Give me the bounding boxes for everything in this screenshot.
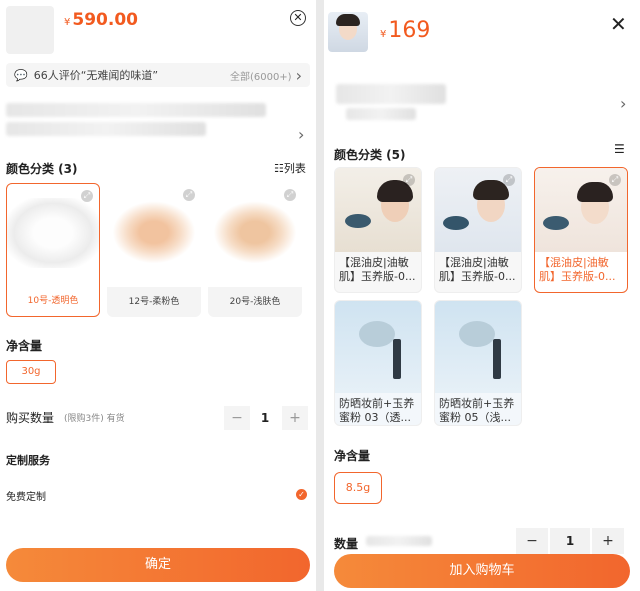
close-icon[interactable]: ✕ xyxy=(290,10,306,26)
qty-decrement-button[interactable]: − xyxy=(516,528,548,554)
zoom-icon[interactable]: ⤢ xyxy=(503,174,515,186)
blurred-address xyxy=(6,103,266,117)
net-content-option[interactable]: 8.5g xyxy=(334,472,382,504)
review-bar[interactable]: 💬 66人评价“无难闻的味道” 全部(6000+) › xyxy=(6,63,310,87)
price: ¥169 xyxy=(380,18,431,43)
qty-increment-button[interactable]: + xyxy=(592,528,624,554)
zoom-icon[interactable]: ⤢ xyxy=(183,189,195,201)
card-label: 【混油皮|油敏肌】玉养版-0... xyxy=(539,256,616,283)
confirm-button[interactable]: 确定 xyxy=(6,548,310,582)
blurred-address-line2 xyxy=(346,108,416,120)
add-to-cart-button[interactable]: 加入购物车 xyxy=(334,554,630,588)
qty-input[interactable]: 1 xyxy=(550,528,590,554)
custom-service-title: 定制服务 xyxy=(6,454,50,467)
card-label: 防晒妆前+玉养蜜粉 03（透... xyxy=(339,397,415,424)
chevron-right-icon: › xyxy=(295,65,302,85)
comment-icon: 💬 xyxy=(14,68,28,82)
review-text: 66人评价“无难闻的味道” xyxy=(33,69,159,82)
card-image xyxy=(435,301,521,393)
color-card[interactable]: ⤢ 【混油皮|油敏肌】玉养版-0... xyxy=(434,167,522,293)
swatch-12[interactable]: ⤢ 12号-柔粉色 xyxy=(107,183,201,317)
zoom-icon[interactable]: ⤢ xyxy=(403,174,415,186)
card-label: 【混油皮|油敏肌】玉养版-0... xyxy=(439,256,516,283)
swatch-image xyxy=(208,197,302,265)
zoom-icon[interactable]: ⤢ xyxy=(284,189,296,201)
color-card[interactable]: 防晒妆前+玉养蜜粉 03（透... xyxy=(334,300,422,426)
qty-title: 数量 xyxy=(334,537,359,551)
blurred-address-line2 xyxy=(6,122,206,136)
net-content-option[interactable]: 30g xyxy=(6,360,56,384)
right-sku-panel: ¥169 ✕ › 颜色分类 (5) ☰ ⤢ 【混油皮|油敏肌】玉养版-0... … xyxy=(324,0,640,591)
card-label: 防晒妆前+玉养蜜粉 05（浅... xyxy=(439,397,515,424)
swatch-label: 20号-浅肤色 xyxy=(208,287,302,317)
list-icon: ☷ xyxy=(274,162,284,175)
qty-decrement-button[interactable]: − xyxy=(224,406,250,430)
qty-title: 购买数量 xyxy=(6,411,55,425)
swatch-20[interactable]: ⤢ 20号-浅肤色 xyxy=(208,183,302,317)
qty-increment-button[interactable]: + xyxy=(282,406,308,430)
blurred-qty-note xyxy=(366,536,432,546)
list-view-toggle[interactable]: ☷列表 xyxy=(274,160,306,176)
swatch-label: 12号-柔粉色 xyxy=(107,287,201,317)
chevron-right-icon[interactable]: › xyxy=(620,94,626,113)
custom-option-label: 免费定制 xyxy=(6,492,46,503)
qty-input[interactable]: 1 xyxy=(252,406,278,430)
color-section-title: 颜色分类 (5) xyxy=(334,148,406,162)
checkmark-icon[interactable]: ✓ xyxy=(296,489,307,500)
product-thumbnail[interactable] xyxy=(328,12,368,52)
review-all-link[interactable]: 全部(6000+) xyxy=(230,68,292,83)
blurred-address xyxy=(336,84,446,104)
zoom-icon[interactable]: ⤢ xyxy=(609,174,621,186)
product-thumbnail[interactable] xyxy=(6,6,54,54)
net-content-title: 净含量 xyxy=(6,339,43,353)
color-card[interactable]: 防晒妆前+玉养蜜粉 05（浅... xyxy=(434,300,522,426)
swatch-image xyxy=(7,198,99,268)
swatch-10[interactable]: ⤢ 10号-透明色 xyxy=(6,183,100,317)
color-card-selected[interactable]: ⤢ 【混油皮|油敏肌】玉养版-0... xyxy=(534,167,628,293)
chevron-right-icon[interactable]: › xyxy=(298,125,304,144)
card-image xyxy=(335,301,421,393)
net-content-title: 净含量 xyxy=(334,449,371,463)
swatch-label: 10号-透明色 xyxy=(27,296,79,306)
qty-note: (限购3件) 有货 xyxy=(64,414,125,424)
close-icon[interactable]: ✕ xyxy=(610,14,627,34)
left-sku-panel: ¥590.00 ✕ 💬 66人评价“无难闻的味道” 全部(6000+) › › … xyxy=(0,0,316,591)
list-icon[interactable]: ☰ xyxy=(614,142,625,156)
card-label: 【混油皮|油敏肌】玉养版-0... xyxy=(339,256,416,283)
price: ¥590.00 xyxy=(64,10,138,30)
color-section-title: 颜色分类 (3) xyxy=(6,162,78,176)
swatch-image xyxy=(107,197,201,265)
color-card[interactable]: ⤢ 【混油皮|油敏肌】玉养版-0... xyxy=(334,167,422,293)
zoom-icon[interactable]: ⤢ xyxy=(81,190,93,202)
